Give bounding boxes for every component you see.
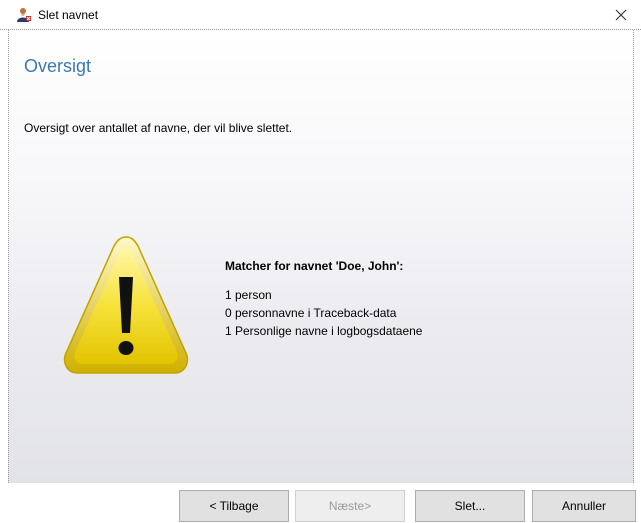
- user-delete-icon: [16, 7, 32, 23]
- match-heading: Matcher for navnet 'Doe, John':: [225, 259, 404, 273]
- dialog-window: Slet navnet Oversigt Oversigt over antal…: [0, 0, 641, 523]
- cancel-button[interactable]: Annuller: [532, 490, 636, 522]
- page-title: Oversigt: [24, 56, 92, 76]
- match-line-person-count: 1 person: [225, 288, 272, 302]
- match-line-traceback-count: 0 personnavne i Traceback-data: [225, 306, 397, 320]
- warning-icon: [63, 236, 189, 374]
- page-description: Oversigt over antallet af navne, der vil…: [24, 121, 293, 135]
- close-button[interactable]: [601, 0, 641, 30]
- next-button[interactable]: Næste>: [295, 490, 405, 522]
- window-title: Slet navnet: [38, 8, 99, 22]
- match-line-logbook-count: 1 Personlige navne i logbogsdataene: [225, 324, 423, 338]
- back-button[interactable]: < Tilbage: [179, 490, 289, 522]
- title-bar: Slet navnet: [0, 0, 641, 30]
- close-icon: [615, 9, 627, 21]
- delete-button[interactable]: Slet...: [415, 490, 525, 522]
